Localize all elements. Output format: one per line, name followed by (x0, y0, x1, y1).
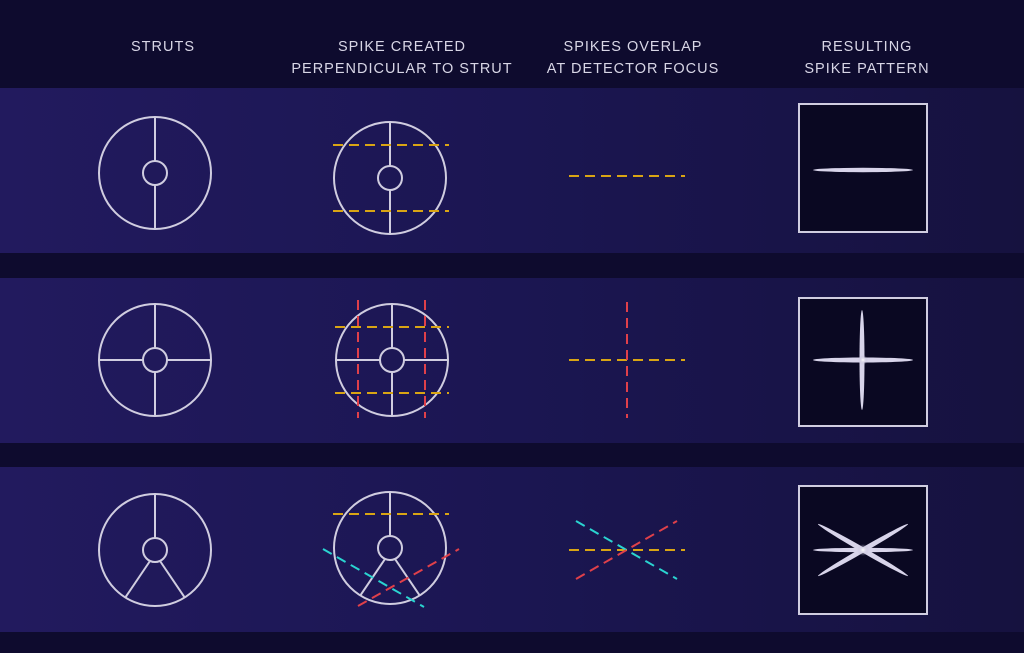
row3-spike-core (857, 544, 869, 556)
header-line: SPIKE CREATED (338, 39, 466, 55)
header-line: SPIKE PATTERN (804, 61, 930, 77)
header-line: AT DETECTOR FOCUS (546, 61, 720, 77)
header-spikes-overlap: SPIKES OVERLAP AT DETECTOR FOCUS (503, 36, 763, 80)
header-line: RESULTING (821, 39, 913, 55)
header-line: PERPENDICULAR TO STRUT (291, 61, 513, 77)
header-line: SPIKES OVERLAP (563, 39, 703, 55)
row2-spike-core (858, 355, 868, 365)
row1-horizontal-spike (813, 167, 913, 173)
header-struts: STRUTS (33, 36, 293, 58)
diagram (0, 88, 1024, 632)
header-resulting-pattern: RESULTING SPIKE PATTERN (737, 36, 997, 80)
header-line: STRUTS (131, 39, 195, 55)
header-spike-created: SPIKE CREATED PERPENDICULAR TO STRUT (272, 36, 532, 80)
